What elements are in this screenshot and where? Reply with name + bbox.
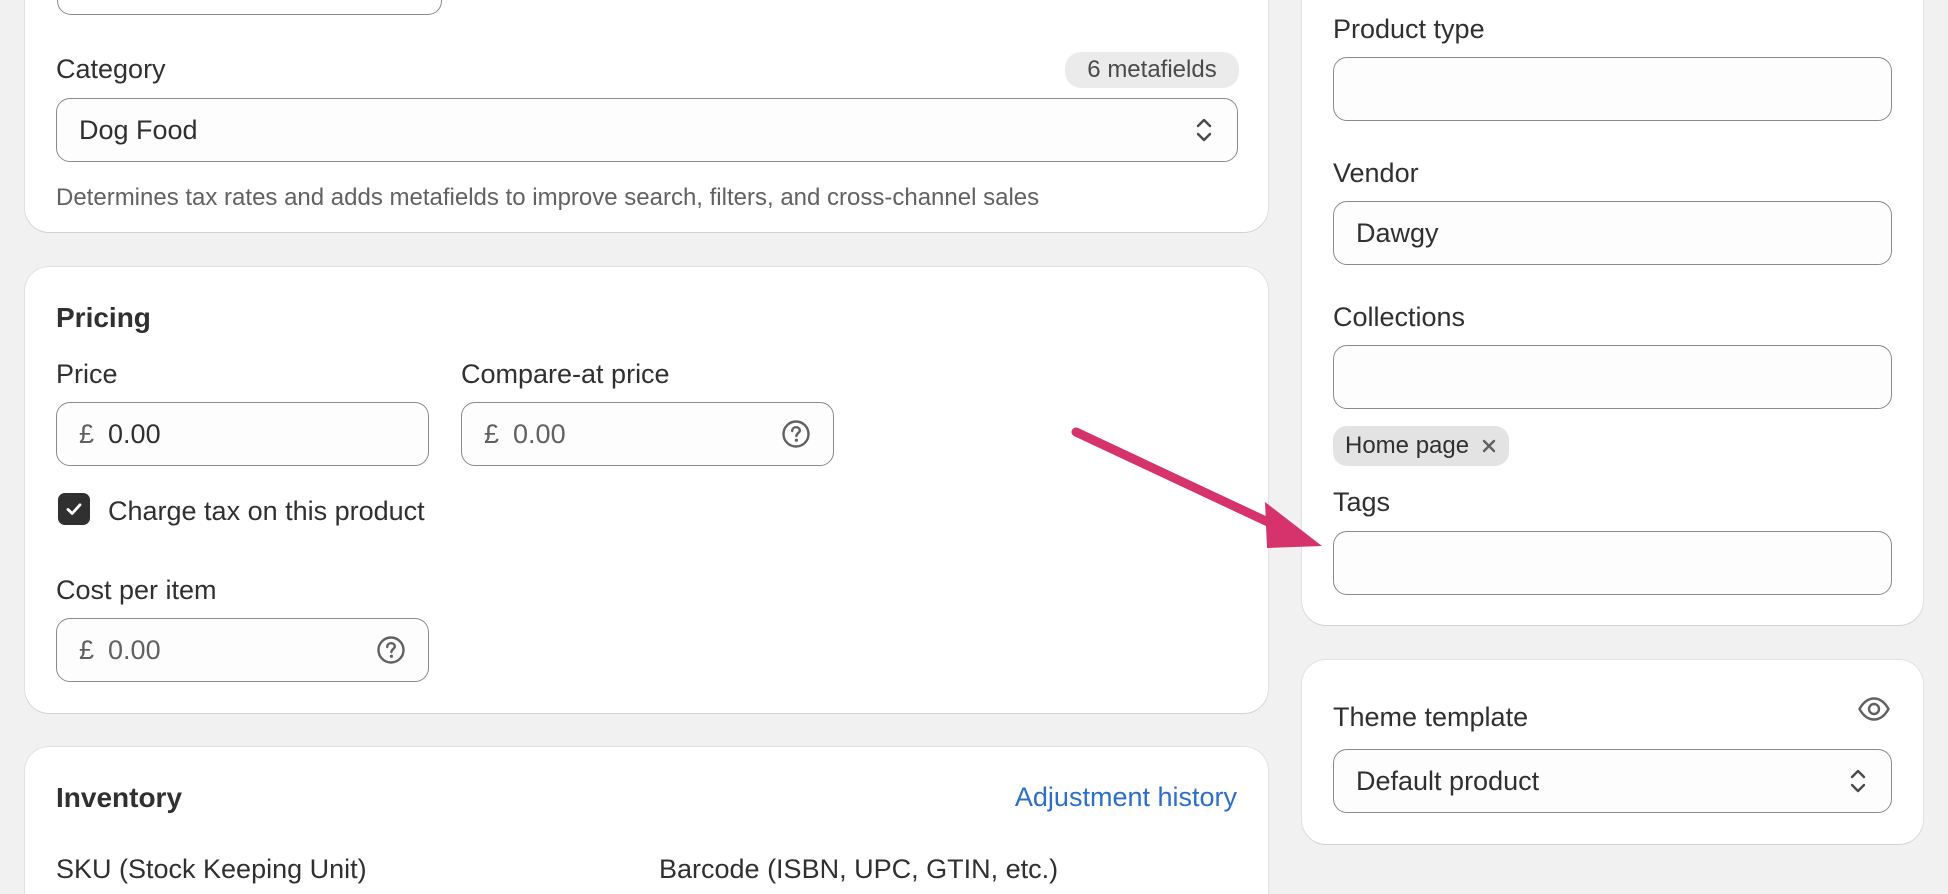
adjustment-history-link[interactable]: Adjustment history <box>1015 782 1237 813</box>
vendor-input[interactable]: Dawgy <box>1333 201 1892 265</box>
vendor-value: Dawgy <box>1356 217 1439 248</box>
metafields-badge[interactable]: 6 metafields <box>1065 52 1239 88</box>
category-value: Dog Food <box>79 114 198 145</box>
cost-per-item-label: Cost per item <box>56 575 217 605</box>
price-input[interactable]: £ 0.00 <box>56 402 429 466</box>
theme-template-card: Theme template Default product <box>1302 660 1923 844</box>
question-circle-icon[interactable] <box>781 419 811 449</box>
close-icon[interactable] <box>1481 438 1497 454</box>
previous-field-bottom <box>57 0 442 15</box>
sku-label: SKU (Stock Keeping Unit) <box>56 854 367 884</box>
barcode-label: Barcode (ISBN, UPC, GTIN, etc.) <box>659 854 1059 884</box>
compare-price-input[interactable]: £ 0.00 <box>461 402 834 466</box>
product-type-input[interactable] <box>1333 57 1892 121</box>
pricing-card: Pricing Price £ 0.00 Compare-at price £ … <box>25 267 1268 713</box>
price-currency: £ <box>79 418 95 449</box>
product-organization-card: Product type Vendor Dawgy Collections Ho… <box>1302 0 1923 625</box>
theme-template-value: Default product <box>1356 765 1540 796</box>
theme-template-label: Theme template <box>1333 702 1529 732</box>
inventory-title: Inventory <box>56 782 183 813</box>
collections-input[interactable] <box>1333 345 1892 409</box>
category-select[interactable]: Dog Food <box>56 98 1238 162</box>
theme-template-select[interactable]: Default product <box>1333 749 1892 813</box>
compare-currency: £ <box>484 418 500 449</box>
compare-placeholder: 0.00 <box>513 418 566 449</box>
eye-icon[interactable] <box>1857 695 1891 728</box>
cost-placeholder: 0.00 <box>108 634 161 665</box>
cost-per-item-input[interactable]: £ 0.00 <box>56 618 429 682</box>
collection-chip-label: Home page <box>1345 432 1470 459</box>
vendor-label: Vendor <box>1333 158 1419 188</box>
question-circle-icon[interactable] <box>376 635 406 665</box>
tags-label: Tags <box>1333 487 1391 517</box>
collection-chip-home-page: Home page <box>1333 426 1510 466</box>
checkmark-icon <box>66 503 82 515</box>
product-type-label: Product type <box>1333 14 1485 44</box>
chevron-up-down-icon <box>1193 115 1215 145</box>
category-hint: Determines tax rates and adds metafields… <box>56 184 1040 211</box>
tags-input[interactable] <box>1333 531 1892 595</box>
price-value: 0.00 <box>108 418 161 449</box>
category-label: Category <box>56 54 166 84</box>
compare-price-label: Compare-at price <box>461 359 670 389</box>
price-label: Price <box>56 359 118 389</box>
category-card: Category 6 metafields Dog Food Determine… <box>25 0 1268 232</box>
metafields-badge-text: 6 metafields <box>1087 56 1217 83</box>
charge-tax-label[interactable]: Charge tax on this product <box>108 496 425 527</box>
pricing-title: Pricing <box>56 302 151 333</box>
cost-currency: £ <box>79 634 95 665</box>
charge-tax-checkbox[interactable] <box>58 493 90 525</box>
inventory-card: Inventory Adjustment history SKU (Stock … <box>25 747 1268 894</box>
collections-label: Collections <box>1333 302 1466 332</box>
chevron-up-down-icon <box>1847 766 1869 796</box>
